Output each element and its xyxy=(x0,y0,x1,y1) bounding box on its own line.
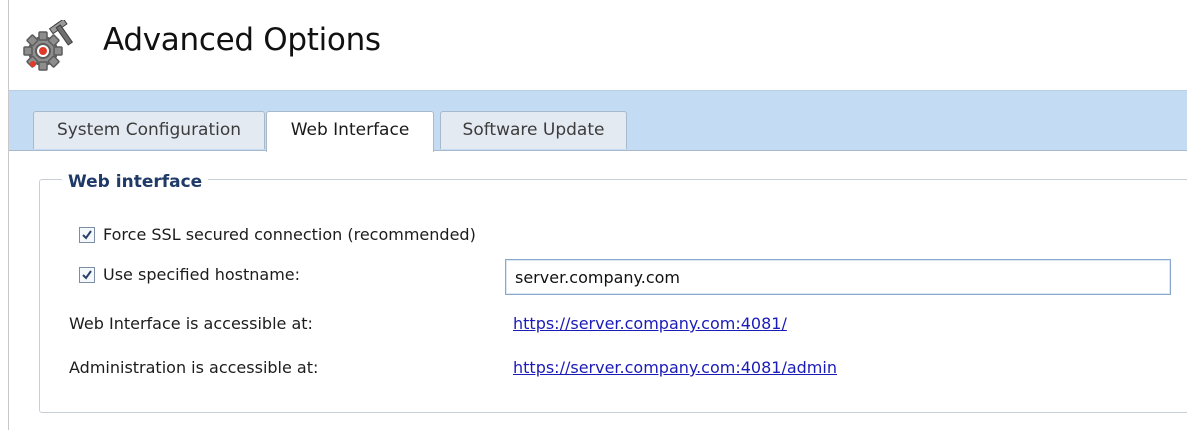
admin-access-link[interactable]: https://server.company.com:4081/admin xyxy=(513,358,837,377)
checkmark-icon xyxy=(82,270,92,280)
tab-software-update[interactable]: Software Update xyxy=(440,111,627,149)
tab-system-configuration[interactable]: System Configuration xyxy=(33,111,265,149)
checkmark-icon xyxy=(82,230,92,240)
group-legend: Web interface xyxy=(62,172,209,192)
tab-web-interface[interactable]: Web Interface xyxy=(266,111,434,152)
gear-wrench-icon xyxy=(23,20,74,71)
page-title: Advanced Options xyxy=(103,22,381,58)
force-ssl-label[interactable]: Force SSL secured connection (recommende… xyxy=(103,225,476,244)
web-interface-group xyxy=(39,179,1187,413)
page-header: Advanced Options xyxy=(9,0,1187,91)
tab-label: System Configuration xyxy=(56,120,242,140)
tab-label: Software Update xyxy=(462,120,605,140)
tab-label: Web Interface xyxy=(290,120,410,140)
use-hostname-checkbox[interactable] xyxy=(79,267,95,283)
tab-bar: System Configuration Web Interface Softw… xyxy=(9,91,1187,152)
web-access-link[interactable]: https://server.company.com:4081/ xyxy=(513,314,787,333)
admin-access-label: Administration is accessible at: xyxy=(69,358,319,377)
hostname-input[interactable] xyxy=(505,259,1171,295)
web-access-label: Web Interface is accessible at: xyxy=(69,314,313,333)
force-ssl-checkbox[interactable] xyxy=(79,227,95,243)
use-hostname-label[interactable]: Use specified hostname: xyxy=(103,265,300,284)
